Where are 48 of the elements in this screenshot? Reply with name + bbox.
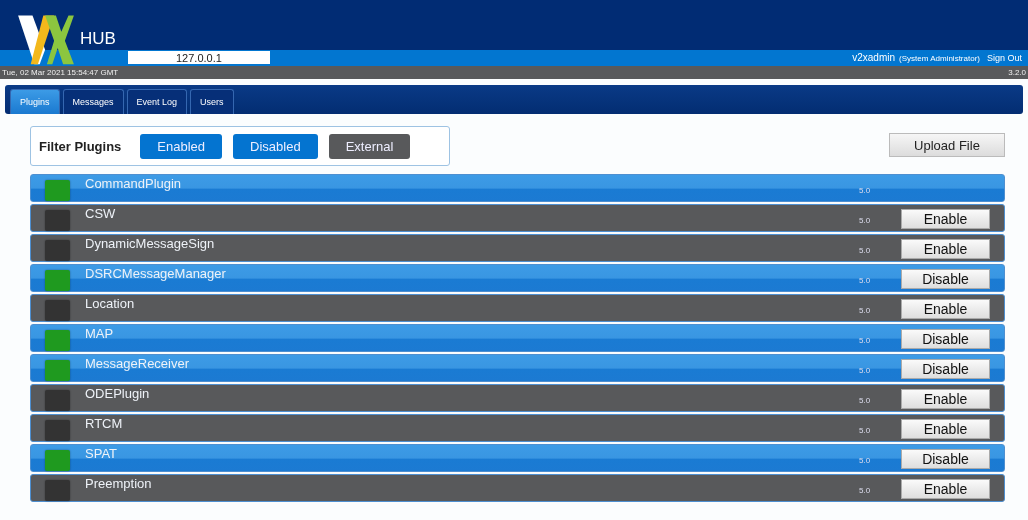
plugin-version: 5.0 <box>859 455 872 465</box>
filter-title: Filter Plugins <box>39 138 122 154</box>
datetime: Tue, 02 Mar 2021 15:54:47 GMT <box>2 68 119 77</box>
toggle-plugin-button[interactable]: Disable <box>901 268 990 289</box>
plugin-name: MAP <box>85 326 114 341</box>
version-number: 3.2.0 <box>1008 68 1026 77</box>
toggle-plugin-button[interactable]: Enable <box>901 298 990 319</box>
address-field[interactable]: 127.0.0.1 <box>127 51 270 64</box>
plugin-version: 5.0 <box>859 365 872 375</box>
plugin-name: CSW <box>85 206 116 221</box>
plugin-name: RTCM <box>85 416 123 431</box>
plugin-name: Preemption <box>85 476 152 491</box>
toggle-plugin-button[interactable]: Enable <box>901 208 990 229</box>
sign-out-link[interactable]: Sign Out <box>986 53 1022 63</box>
filter-button[interactable]: External <box>328 133 411 159</box>
plugin-name: DynamicMessageSign <box>85 236 215 251</box>
toggle-plugin-button[interactable]: Disable <box>901 358 990 379</box>
plugin-name: DSRCMessageManager <box>85 266 226 281</box>
plugin-version: 5.0 <box>859 485 872 495</box>
plugin-name: ODEPlugin <box>85 386 150 401</box>
toggle-plugin-button[interactable]: Disable <box>901 448 990 469</box>
filter-button[interactable]: Disabled <box>233 133 318 159</box>
logo-text: HUB <box>80 29 116 49</box>
plugin-version: 5.0 <box>859 245 872 255</box>
plugin-name: Location <box>85 296 135 311</box>
username: v2xadmin <box>852 52 896 63</box>
user-role: (System Administrator) <box>899 54 980 63</box>
filter-button[interactable]: Enabled <box>140 133 223 159</box>
toggle-plugin-button[interactable]: Disable <box>901 328 990 349</box>
tab[interactable]: Users <box>190 89 234 114</box>
plugin-name: CommandPlugin <box>85 176 182 191</box>
plugin-version: 5.0 <box>859 425 872 435</box>
toggle-plugin-button[interactable]: Enable <box>901 238 990 259</box>
upload-file-button[interactable]: Upload File <box>889 133 1005 157</box>
plugin-version: 5.0 <box>859 395 872 405</box>
plugin-version: 5.0 <box>859 335 872 345</box>
plugin-version: 5.0 <box>859 275 872 285</box>
plugin-name: SPAT <box>85 446 118 461</box>
tab[interactable]: Event Log <box>126 89 188 114</box>
toggle-plugin-button[interactable]: Enable <box>901 388 990 409</box>
plugin-version: 5.0 <box>859 215 872 225</box>
toggle-plugin-button[interactable]: Enable <box>901 478 990 499</box>
toggle-plugin-button[interactable]: Enable <box>901 418 990 439</box>
plugin-name: MessageReceiver <box>85 356 190 371</box>
plugin-version: 5.0 <box>859 185 872 195</box>
tab[interactable]: Messages <box>62 89 124 114</box>
tab[interactable]: Plugins <box>10 89 60 114</box>
plugin-version: 5.0 <box>859 305 872 315</box>
